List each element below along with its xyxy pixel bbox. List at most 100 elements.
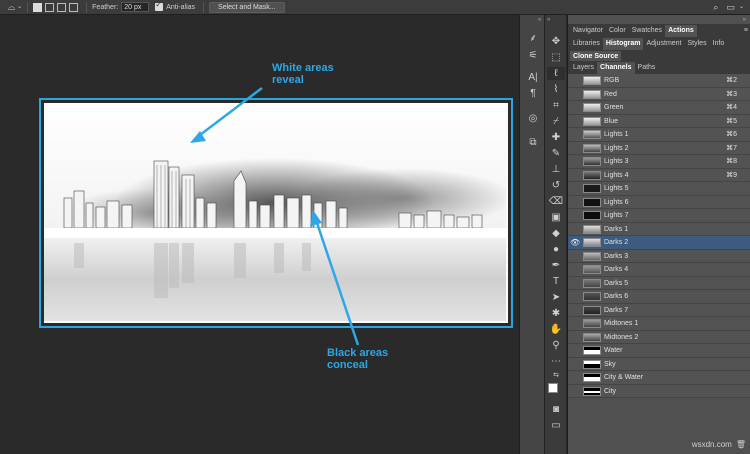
lightbulb-icon[interactable]: ◎ [525, 113, 541, 125]
collapse-icon[interactable]: » [547, 17, 550, 23]
channel-row[interactable]: Darks 5 [568, 276, 750, 290]
eraser-tool-icon[interactable]: ⌫ [547, 195, 565, 208]
visibility-eye-icon[interactable] [570, 250, 580, 263]
visibility-eye-icon[interactable] [570, 344, 580, 357]
visibility-eye-icon[interactable] [570, 290, 580, 303]
channel-row[interactable]: Lights 3 ⌘8 [568, 155, 750, 169]
visibility-eye-icon[interactable] [570, 182, 580, 195]
channel-row[interactable]: Midtones 2 [568, 330, 750, 344]
visibility-eye-icon[interactable] [570, 317, 580, 330]
feather-input[interactable] [121, 2, 150, 12]
visibility-eye-icon[interactable] [570, 128, 580, 141]
paragraph-icon[interactable]: ¶ [525, 88, 541, 100]
tab-actions[interactable]: Actions [665, 25, 697, 37]
visibility-eye-icon[interactable] [570, 115, 580, 128]
properties-icon[interactable]: ⚟ [525, 50, 541, 62]
collapse-icon[interactable]: » [743, 17, 746, 23]
gradient-tool-icon[interactable]: ▣ [547, 211, 565, 224]
channel-row[interactable]: Darks 1 [568, 222, 750, 236]
history-brush-tool-icon[interactable]: ↺ [547, 179, 565, 192]
add-selection-icon[interactable] [45, 2, 55, 12]
screen-mode-icon[interactable]: ▭ [547, 419, 565, 432]
path-select-tool-icon[interactable]: ➤ [547, 291, 565, 304]
visibility-eye-icon[interactable] [570, 304, 580, 317]
eyedropper-tool-icon[interactable]: ⌿ [547, 115, 565, 128]
visibility-eye-icon[interactable] [570, 209, 580, 222]
tab-navigator[interactable]: Navigator [570, 25, 606, 37]
lasso-tool-icon[interactable]: ℓ [547, 67, 565, 80]
type-tool-icon[interactable]: T [547, 275, 565, 288]
workspace-icon[interactable]: ▭ [726, 0, 735, 15]
channel-row[interactable]: Midtones 1 [568, 317, 750, 331]
channel-row[interactable]: Darks 6 [568, 290, 750, 304]
channel-row[interactable]: Lights 2 ⌘7 [568, 141, 750, 155]
clone-stamp-icon[interactable]: ⊥ [547, 163, 565, 176]
shape-tool-icon[interactable]: ✱ [547, 307, 565, 320]
visibility-eye-icon[interactable] [570, 169, 580, 182]
channel-row[interactable]: Blue ⌘5 [568, 114, 750, 128]
character-icon[interactable]: A| [525, 72, 541, 84]
tab-color[interactable]: Color [606, 25, 629, 37]
channel-row[interactable]: Darks 4 [568, 263, 750, 277]
document-image[interactable] [44, 103, 508, 323]
swap-colors-icon[interactable]: ⇆ [547, 369, 565, 382]
tab-styles[interactable]: Styles [685, 38, 710, 50]
history-brush-icon[interactable]: ⸙ [525, 33, 541, 45]
move-tool-icon[interactable]: ✥ [547, 35, 565, 48]
select-and-mask-button[interactable]: Select and Mask... [209, 1, 285, 13]
brush-tool-icon[interactable]: ✎ [547, 147, 565, 160]
channel-row[interactable]: Green ⌘4 [568, 101, 750, 115]
tab-layers[interactable]: Layers [570, 62, 597, 74]
channel-row[interactable]: Lights 5 [568, 182, 750, 196]
quick-mask-icon[interactable]: ◙ [547, 403, 565, 416]
channel-row[interactable]: Red ⌘3 [568, 87, 750, 101]
visibility-eye-icon[interactable] [570, 196, 580, 209]
visibility-eye-icon[interactable] [570, 358, 580, 371]
channel-row[interactable]: City & Water [568, 371, 750, 385]
tab-info[interactable]: Info [710, 38, 728, 50]
collapse-icon[interactable]: « [538, 17, 541, 23]
visibility-eye-icon[interactable] [570, 155, 580, 168]
channel-row[interactable]: Water [568, 344, 750, 358]
more-tools-icon[interactable]: ⋯ [547, 355, 565, 368]
dodge-tool-icon[interactable]: ● [547, 243, 565, 256]
channel-row[interactable]: Lights 4 ⌘9 [568, 168, 750, 182]
tab-swatches[interactable]: Swatches [629, 25, 665, 37]
channel-row[interactable]: Lights 1 ⌘6 [568, 128, 750, 142]
channel-row[interactable]: 👁 Darks 2 [568, 236, 750, 250]
visibility-eye-icon[interactable] [570, 223, 580, 236]
search-icon[interactable]: ⌕ [713, 0, 718, 15]
pen-tool-icon[interactable]: ✒ [547, 259, 565, 272]
zoom-tool-icon[interactable]: ⚲ [547, 339, 565, 352]
tab-libraries[interactable]: Libraries [570, 38, 603, 50]
channel-row[interactable]: RGB ⌘2 [568, 74, 750, 88]
visibility-eye-icon[interactable] [570, 371, 580, 384]
chevron-down-icon[interactable]: ⌄ [739, 0, 744, 15]
anti-alias-checkbox[interactable] [155, 0, 164, 11]
tab-adjustment[interactable]: Adjustment [643, 38, 684, 50]
visibility-eye-icon[interactable] [570, 385, 580, 398]
foreground-color-swatch[interactable] [548, 383, 558, 393]
visibility-eye-icon[interactable] [570, 142, 580, 155]
visibility-eye-icon[interactable] [570, 88, 580, 101]
chevron-down-icon[interactable]: ⌄ [17, 0, 22, 15]
visibility-eye-icon[interactable] [570, 101, 580, 114]
subtract-selection-icon[interactable] [57, 2, 67, 12]
hand-tool-icon[interactable]: ✋ [547, 323, 565, 336]
lasso-tool-icon[interactable]: ⌓ [8, 0, 15, 15]
quick-select-tool-icon[interactable]: ⌇ [547, 83, 565, 96]
layer-comps-icon[interactable]: ⧉ [525, 137, 541, 149]
visibility-eye-icon[interactable]: 👁 [570, 236, 580, 249]
visibility-eye-icon[interactable] [570, 331, 580, 344]
channel-row[interactable]: Darks 3 [568, 249, 750, 263]
channel-row[interactable]: Lights 7 [568, 209, 750, 223]
blur-tool-icon[interactable]: ◆ [547, 227, 565, 240]
visibility-eye-icon[interactable] [570, 74, 580, 87]
delete-channel-icon[interactable]: 🗑 [736, 440, 746, 449]
marquee-tool-icon[interactable]: ⬚ [547, 51, 565, 64]
panel-menu-icon[interactable]: ≡ [741, 25, 750, 37]
visibility-eye-icon[interactable] [570, 277, 580, 290]
intersect-selection-icon[interactable] [69, 2, 79, 12]
crop-tool-icon[interactable]: ⌗ [547, 99, 565, 112]
channel-row[interactable]: Sky [568, 357, 750, 371]
